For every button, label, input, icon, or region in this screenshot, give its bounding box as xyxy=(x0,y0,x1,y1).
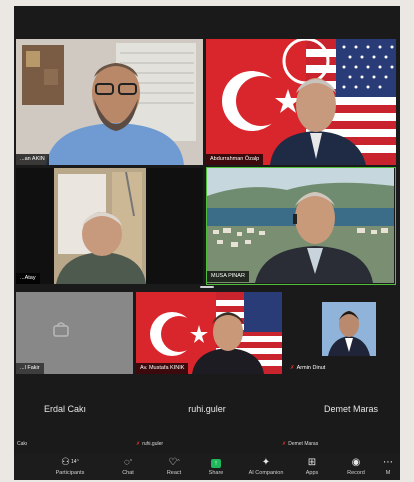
video-tile-ozalp[interactable]: Abdurrahman Özalp xyxy=(206,39,396,165)
video-feed-musa-pinar xyxy=(207,168,394,283)
participant-name-tag: ...Atay xyxy=(16,273,40,284)
video-feed-mustafa-kinik xyxy=(136,292,282,374)
apps-icon: ⊞ xyxy=(307,457,317,468)
zoom-meeting-window: ...an AKIN Abdurrahman Özalp ...Atay MUS… xyxy=(14,6,400,480)
video-feed-akin xyxy=(16,39,203,165)
audio-participant-name: Demet Maras xyxy=(323,404,378,414)
chevron-up-icon[interactable]: ^ xyxy=(77,459,79,465)
video-feed-atay xyxy=(16,168,203,284)
audio-participant-name: ruhi.guler xyxy=(188,404,226,414)
video-tile-mustafa-kinik[interactable]: Av. Mustafa KINIK xyxy=(136,292,282,374)
apps-button[interactable]: ⊞ Apps xyxy=(290,456,334,480)
video-tile-armin-dinut[interactable]: ✗ Armin Dinut xyxy=(284,292,398,374)
ai-companion-icon: ✦ xyxy=(261,457,271,468)
audio-participant-label: Cakı xyxy=(17,441,28,447)
video-tile-atay[interactable]: ...Atay xyxy=(16,168,203,284)
react-button[interactable]: ♡^ React xyxy=(152,456,196,480)
profile-photo-armin-dinut xyxy=(322,302,376,356)
video-off-placeholder xyxy=(16,292,133,374)
participant-name-tag: Abdurrahman Özalp xyxy=(206,154,264,165)
record-icon: ◉ xyxy=(351,457,361,468)
video-tile-fakir[interactable]: ...l Fakir xyxy=(16,292,133,374)
participant-name-tag: ✗ Armin Dinut xyxy=(290,365,326,371)
more-icon: ⋯ xyxy=(383,457,393,468)
meeting-toolbar: ⚇14^ Participants ◌^ Chat ♡^ React ↑ Sha… xyxy=(14,454,400,480)
muted-mic-icon: ✗ xyxy=(136,441,141,447)
participant-name-tag: ...l Fakir xyxy=(16,363,44,374)
audio-participant-name: Erdal Cakı xyxy=(43,404,87,414)
participants-icon: ⚇ xyxy=(61,457,71,468)
chat-button[interactable]: ◌^ Chat xyxy=(106,456,150,480)
muted-mic-icon: ✗ xyxy=(282,441,287,447)
share-icon: ↑ xyxy=(211,459,221,468)
ai-companion-button[interactable]: ✦ AI Companion xyxy=(240,456,292,480)
top-bar xyxy=(14,6,400,38)
share-button[interactable]: ↑ Share xyxy=(194,456,238,480)
record-button[interactable]: ◉ Record xyxy=(334,456,378,480)
audio-participant-label: ✗ Demet Maras xyxy=(282,441,319,447)
participant-name-tag: ...an AKIN xyxy=(16,154,49,165)
chevron-up-icon[interactable]: ^ xyxy=(130,459,132,465)
gallery-divider-handle[interactable] xyxy=(200,286,214,288)
participant-name-tag: Av. Mustafa KINIK xyxy=(136,363,189,374)
participant-name-tag: MUSA PINAR xyxy=(207,271,249,282)
video-feed-ozalp xyxy=(206,39,396,165)
video-tile-musa-pinar[interactable]: MUSA PINAR xyxy=(206,167,396,285)
react-icon: ♡ xyxy=(168,457,178,468)
muted-mic-icon: ✗ xyxy=(290,365,295,371)
video-tile-akin[interactable]: ...an AKIN xyxy=(16,39,203,165)
participants-button[interactable]: ⚇14^ Participants xyxy=(48,456,92,480)
more-button[interactable]: ⋯ M xyxy=(376,456,400,480)
chevron-up-icon[interactable]: ^ xyxy=(177,459,179,465)
audio-participant-label: ✗ ruhi.guler xyxy=(136,441,164,447)
